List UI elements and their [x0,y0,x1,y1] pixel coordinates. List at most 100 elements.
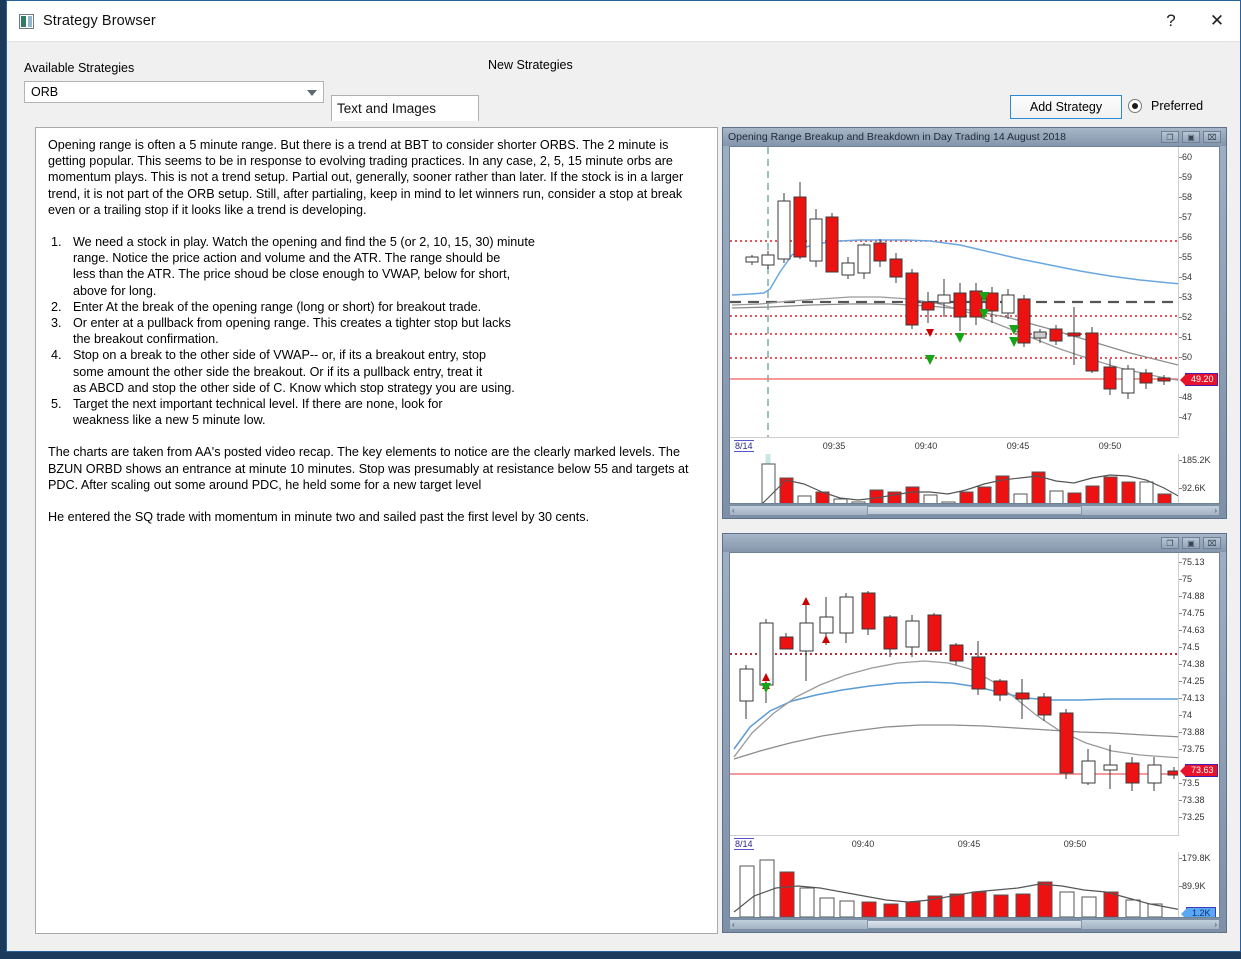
chart-scrollbar-2[interactable]: ‹ › [729,919,1220,930]
last-volume-flag-2: 1.2K [1186,907,1216,917]
last-price-flag-2: 73.63 [1185,764,1218,777]
notes-paragraph-3: He entered the SQ trade with momentum in… [48,510,590,525]
available-strategies-dropdown[interactable]: ORB [24,81,324,103]
time-tick: 09:35 [822,441,846,451]
price-tick: 58 [1182,192,1193,202]
toolbar: Available Strategies ORB Text and Images… [7,41,1240,150]
list-item: 1. We need a stock in play. Watch the ope… [48,234,705,299]
strategy-notes-panel[interactable]: Opening range is often a 5 minute range.… [35,127,718,934]
date-badge-2: 8/14 [734,838,754,850]
scroll-right-icon[interactable]: › [1214,506,1217,515]
volume-axis-1: 185.2K 92.6K 100 [1178,454,1219,503]
time-tick: 09:45 [1006,441,1030,451]
time-axis-2: 8/14 09:40 09:45 09:50 [730,835,1179,853]
price-tick: 74.75 [1182,608,1205,618]
close-button[interactable]: ✕ [1194,1,1240,41]
price-pane-2 [730,553,1182,835]
step-number: 4. [51,348,62,363]
price-tick: 53 [1182,292,1193,302]
chart-title-1: Opening Range Breakup and Breakdown in D… [728,131,1066,143]
minimize-icon[interactable]: ❐ [1161,537,1179,549]
volume-pane-2 [730,852,1182,917]
price-tick: 75 [1182,574,1193,584]
time-tick: 09:40 [914,441,938,451]
desktop-bottom-edge [0,952,1241,959]
volume-tick: 92.6K [1182,483,1206,493]
radio-indicator-preferred [1128,99,1142,113]
time-tick: 09:40 [851,839,875,849]
volume-tick: 185.2K [1182,455,1211,465]
list-item: 5. Target the next important technical le… [48,396,705,428]
price-tick: 74.25 [1182,676,1205,686]
minimize-icon[interactable]: ❐ [1161,131,1179,143]
scroll-thumb[interactable] [866,506,1083,515]
notes-paragraph-2: The charts are taken from AA's posted vi… [48,445,689,492]
volume-tick: 89.9K [1182,881,1206,891]
price-tick: 57 [1182,212,1193,222]
notes-spacer-1 [48,218,705,234]
scroll-right-icon[interactable]: › [1214,920,1217,929]
price-tick: 74.63 [1182,625,1205,635]
add-strategy-button[interactable]: Add Strategy [1010,95,1122,119]
step-number: 1. [51,235,62,250]
price-tick: 60 [1182,152,1193,162]
price-tick: 48 [1182,392,1193,402]
step-text: Target the next important technical leve… [73,397,443,428]
list-item: 2. Enter At the break of the opening rang… [48,299,705,315]
strategy-steps-list: 1. We need a stock in play. Watch the ope… [48,234,705,428]
price-tick: 54 [1182,272,1193,282]
last-price-flag-1: 49.20 [1185,373,1218,386]
chart-window-buttons-1: ❐ ▣ ⌧ [1161,131,1226,143]
scroll-thumb[interactable] [866,920,1083,929]
price-tick: 52 [1182,312,1193,322]
help-button[interactable]: ? [1148,1,1194,41]
price-tick: 73.75 [1182,744,1205,754]
chart-window-sq: ❐ ▣ ⌧ SQ -- 1 Minute [722,533,1227,933]
price-tick: 73.88 [1182,727,1205,737]
chart-titlebar-2: ❐ ▣ ⌧ [723,534,1226,552]
date-badge-1: 8/14 [734,440,754,452]
time-axis-1: 8/14 09:35 09:40 09:45 09:50 [730,437,1179,455]
chart-titlebar-1: Opening Range Breakup and Breakdown in D… [723,128,1226,146]
price-tick: 73.5 [1182,778,1200,788]
price-tick: 75.13 [1182,557,1205,567]
scroll-left-icon[interactable]: ‹ [732,920,735,929]
price-tick: 74.38 [1182,659,1205,669]
price-tick: 74.5 [1182,642,1200,652]
price-axis-2: 75.13 75 74.88 74.75 74.63 74.5 74.38 74… [1178,553,1219,850]
available-strategies-label: Available Strategies [24,61,135,75]
price-tick: 74.13 [1182,693,1205,703]
chart-canvas-2[interactable]: SQ -- 1 Minute [729,552,1220,918]
close-icon[interactable]: ⌧ [1203,131,1221,143]
step-number: 5. [51,397,62,412]
step-text: Stop on a break to the other side of VWA… [73,348,515,395]
chart-canvas-1[interactable]: BZUN 1 Minute [729,146,1220,504]
window-titlebar: Strategy Browser ? ✕ [7,1,1240,41]
window-title: Strategy Browser [43,13,156,29]
price-tick: 51 [1182,332,1193,342]
strategy-browser-window: Strategy Browser ? ✕ Available Strategie… [6,0,1241,952]
notes-spacer-2 [48,428,705,444]
scroll-left-icon[interactable]: ‹ [732,506,735,515]
maximize-icon[interactable]: ▣ [1182,131,1200,143]
content-area: Opening range is often a 5 minute range.… [7,121,1240,951]
price-tick: 47 [1182,412,1193,422]
price-tick: 74.88 [1182,591,1205,601]
price-tick: 74 [1182,710,1193,720]
price-tick: 55 [1182,252,1193,262]
app-icon [19,13,34,29]
preferred-label: Preferred [1151,99,1204,113]
window-buttons: ? ✕ [1148,1,1240,41]
chevron-down-icon [307,90,317,96]
price-pane-1 [730,147,1182,437]
preferred-radio[interactable]: Preferred [1128,99,1203,113]
new-strategies-label: New Strategies [488,58,573,72]
chart-window-bzun: Opening Range Breakup and Breakdown in D… [722,127,1227,519]
volume-tick: 179.8K [1182,853,1211,863]
price-tick: 59 [1182,172,1193,182]
step-text: We need a stock in play. Watch the openi… [73,235,535,298]
chart-scrollbar-1[interactable]: ‹ › [729,505,1220,516]
maximize-icon[interactable]: ▣ [1182,537,1200,549]
volume-axis-2: 179.8K 89.9K 1.2K [1178,852,1219,917]
close-icon[interactable]: ⌧ [1203,537,1221,549]
